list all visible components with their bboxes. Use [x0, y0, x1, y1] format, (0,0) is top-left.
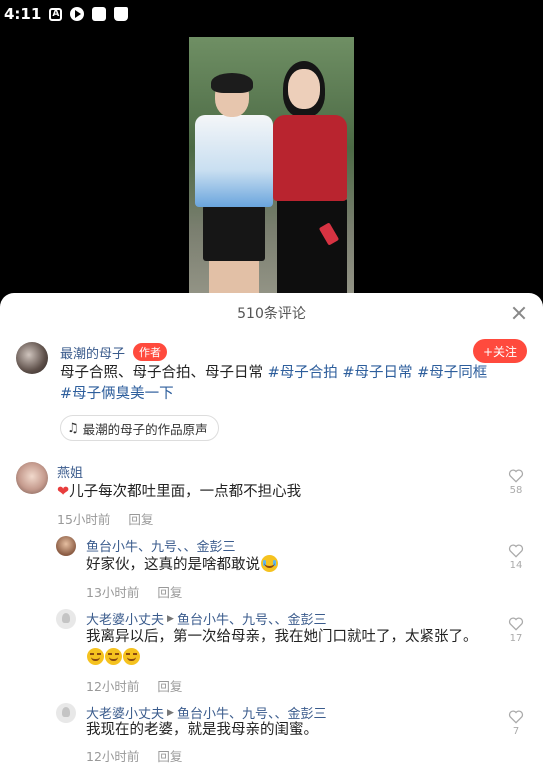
reply-button[interactable]: 回复	[157, 746, 182, 765]
replier-name[interactable]: 大老婆小丈夫	[86, 609, 164, 628]
reply-target-name[interactable]: 鱼台小牛、九号、、金彭三	[177, 609, 327, 628]
heart-outline-icon	[508, 469, 524, 483]
heart-outline-icon	[508, 710, 524, 724]
author-avatar[interactable]	[16, 342, 48, 374]
author-name[interactable]: 最潮的母子	[60, 343, 125, 362]
caption-text: 母子合照、母子合拍、母子日常	[60, 365, 268, 381]
comment-text: ❤儿子每次都吐里面，一点都不担心我	[57, 482, 301, 503]
like-count: 14	[509, 560, 523, 571]
reply-time: 13小时前	[86, 585, 140, 600]
mail-icon	[92, 7, 107, 21]
replier-avatar[interactable]	[56, 703, 76, 723]
heart-outline-icon	[508, 617, 524, 631]
comment-time: 15小时前	[57, 512, 111, 527]
laugh-cry-emoji-icon	[261, 555, 278, 572]
commenter-avatar[interactable]	[16, 462, 48, 494]
mother-figure	[273, 61, 351, 314]
status-bar: 4:11 A	[0, 0, 543, 28]
reply-arrow-icon: ▶	[167, 707, 174, 718]
hashtag-link[interactable]: #母子日常	[342, 365, 412, 381]
reply-button[interactable]: 回复	[128, 509, 153, 528]
reply-meta: 13小时前 回复	[86, 582, 182, 601]
reply-time: 12小时前	[86, 749, 140, 764]
like-count: 17	[509, 633, 523, 644]
video-frame[interactable]	[189, 37, 354, 314]
hashtag-link[interactable]: #母子同框	[417, 365, 487, 381]
music-label: 最潮的母子的作品原声	[82, 421, 208, 437]
smirk-emoji-icon	[123, 648, 140, 665]
smirk-emoji-icon	[87, 648, 104, 665]
smirk-emoji-icon	[105, 648, 122, 665]
original-sound-button[interactable]: ♫ 最潮的母子的作品原声	[60, 415, 219, 441]
play-icon	[70, 7, 85, 21]
comment-count-title: 510条评论	[237, 306, 306, 322]
reply-button[interactable]: 回复	[157, 582, 182, 601]
reply-time: 12小时前	[86, 679, 140, 694]
hashtag-link[interactable]: #母子合拍	[268, 365, 338, 381]
post-caption: 母子合照、母子合拍、母子日常 #母子合拍 #母子日常 #母子同框 #母子俩臭美一…	[60, 363, 488, 405]
comment-meta: 15小时前 回复	[57, 509, 153, 528]
boy-figure	[195, 73, 273, 307]
bag-icon	[114, 7, 129, 21]
hashtag-link[interactable]: #母子俩臭美一下	[60, 386, 174, 402]
like-button[interactable]: 17	[507, 617, 525, 644]
video-player[interactable]	[0, 28, 543, 314]
heart-emoji-icon: ❤	[57, 484, 70, 500]
close-icon[interactable]	[509, 303, 529, 323]
reply-text: 好家伙，这真的是啥都敢说	[86, 555, 278, 576]
music-note-icon: ♫	[67, 420, 79, 436]
reply-text: 我离异以后，第一次给母亲，我在她门口就吐了，太紧张了。	[86, 627, 486, 669]
replier-name[interactable]: 鱼台小牛、九号、、金彭三	[86, 536, 236, 555]
like-button[interactable]: 58	[507, 469, 525, 496]
reply-button[interactable]: 回复	[157, 676, 182, 695]
comment-sheet: 510条评论 最潮的母子 作者 +关注 母子合照、母子合拍、母子日常 #母子合拍…	[0, 293, 543, 771]
like-count: 58	[509, 485, 523, 496]
reply-meta: 12小时前 回复	[86, 746, 182, 765]
sheet-header: 510条评论	[0, 293, 543, 333]
heart-outline-icon	[508, 544, 524, 558]
status-time: 4:11	[4, 5, 42, 23]
like-button[interactable]: 7	[507, 710, 525, 737]
reply-header: 大老婆小丈夫 ▶ 鱼台小牛、九号、、金彭三	[86, 609, 326, 628]
like-button[interactable]: 14	[507, 544, 525, 571]
like-count: 7	[512, 726, 520, 737]
reply-meta: 12小时前 回复	[86, 676, 182, 695]
follow-button[interactable]: +关注	[473, 339, 527, 363]
commenter-name[interactable]: 燕姐	[57, 462, 83, 481]
replier-avatar[interactable]	[56, 536, 76, 556]
replier-avatar[interactable]	[56, 609, 76, 629]
reply-text: 我现在的老婆，就是我母亲的闺蜜。	[86, 722, 318, 738]
a-icon: A	[49, 7, 63, 21]
author-badge: 作者	[133, 343, 167, 361]
reply-arrow-icon: ▶	[167, 613, 174, 624]
